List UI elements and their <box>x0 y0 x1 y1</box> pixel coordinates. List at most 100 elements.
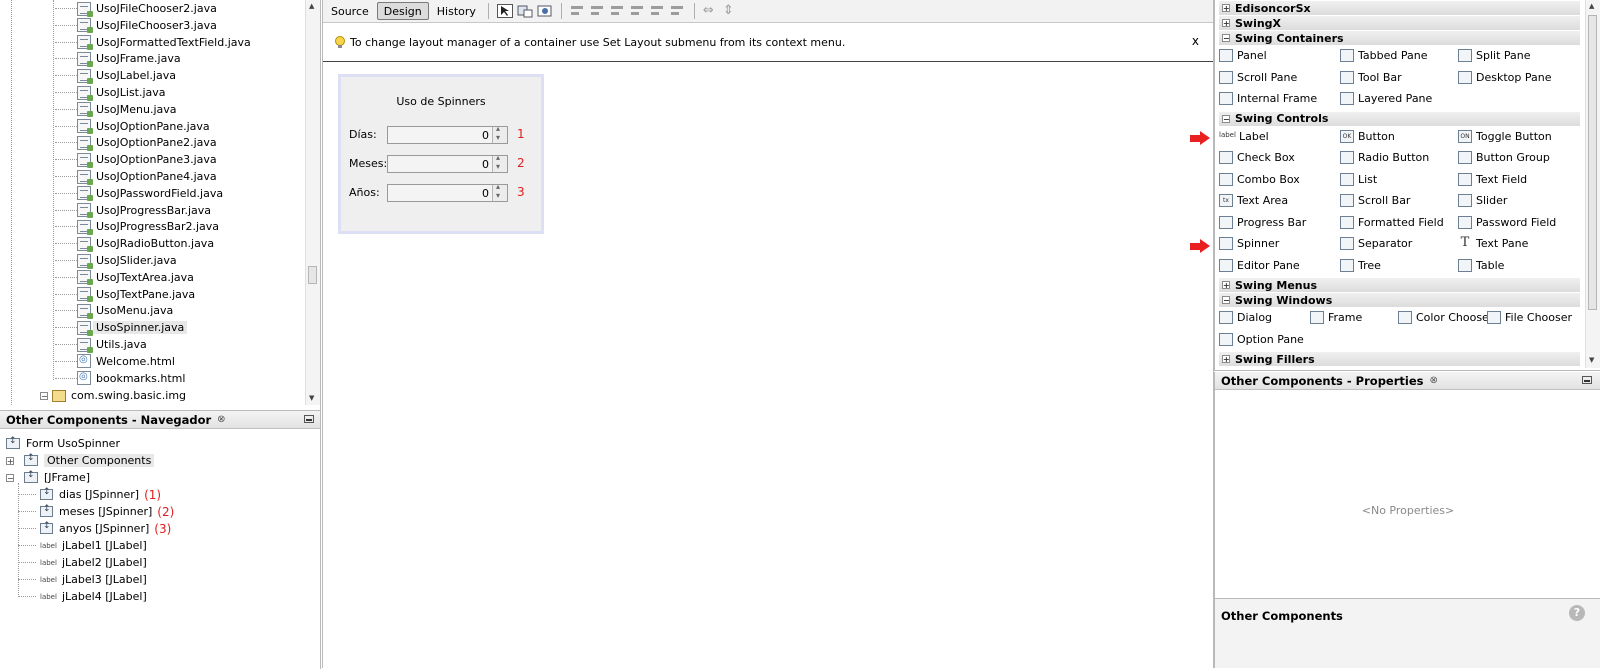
palette-item[interactable]: Desktop Pane <box>1458 69 1551 86</box>
palette-category[interactable]: + EdisoncorSx <box>1219 1 1580 15</box>
collapse-toggle-icon[interactable]: − <box>1222 114 1230 123</box>
change-horizontal-resizability-icon[interactable]: ⇔ <box>703 4 719 18</box>
file-item[interactable]: UsoJFrame.java <box>55 50 181 67</box>
file-item[interactable]: Utils.java <box>55 336 147 353</box>
palette-item[interactable]: Split Pane <box>1458 47 1531 64</box>
expand-toggle-icon[interactable]: + <box>1222 19 1230 28</box>
file-item[interactable]: UsoJProgressBar.java <box>55 202 211 219</box>
file-item[interactable]: UsoJOptionPane2.java <box>55 134 217 151</box>
palette-category[interactable]: − Swing Controls <box>1219 111 1580 126</box>
nav-component-node[interactable]: label jLabel2 [JLabel] <box>18 554 147 571</box>
scroll-up-icon[interactable]: ▲ <box>309 2 314 10</box>
palette-item[interactable]: Spinner <box>1219 235 1279 252</box>
expand-toggle-icon[interactable]: + <box>1222 355 1230 364</box>
file-item[interactable]: UsoMenu.java <box>55 302 173 319</box>
file-item[interactable]: UsoJList.java <box>55 84 166 101</box>
palette-item[interactable]: Color Chooser <box>1398 309 1493 326</box>
palette-item[interactable]: Progress Bar <box>1219 214 1306 231</box>
palette-item[interactable]: File Chooser <box>1487 309 1572 326</box>
file-item[interactable]: UsoSpinner.java <box>55 319 188 336</box>
nav-other-components-node[interactable]: + Other Components <box>6 452 155 469</box>
palette-item[interactable]: Internal Frame <box>1219 90 1317 107</box>
close-tab-icon[interactable]: ⊗ <box>1429 375 1437 386</box>
palette-item[interactable]: Combo Box <box>1219 171 1300 188</box>
palette-item[interactable]: Tree <box>1340 257 1381 274</box>
file-item[interactable]: UsoJFileChooser3.java <box>55 17 217 34</box>
file-item[interactable]: UsoJMenu.java <box>55 101 177 118</box>
file-item[interactable]: UsoJOptionPane3.java <box>55 151 217 168</box>
align-bottom-icon[interactable] <box>650 4 666 18</box>
preview-design-icon[interactable] <box>537 4 553 18</box>
align-right-icon[interactable] <box>590 4 606 18</box>
form-field-label[interactable]: Años: <box>349 186 380 199</box>
palette-item[interactable]: label Label <box>1219 128 1269 145</box>
palette-item[interactable]: Formatted Field <box>1340 214 1444 231</box>
form-field-label[interactable]: Meses: <box>349 157 387 170</box>
palette-item[interactable]: tx Text Area <box>1219 192 1288 209</box>
palette-item[interactable]: Option Pane <box>1219 331 1304 348</box>
palette-item[interactable]: Scroll Pane <box>1219 69 1297 86</box>
palette-item[interactable]: Dialog <box>1219 309 1272 326</box>
file-item[interactable]: UsoJPasswordField.java <box>55 185 223 202</box>
palette-item[interactable]: Check Box <box>1219 149 1295 166</box>
file-item[interactable]: UsoJProgressBar2.java <box>55 218 219 235</box>
align-top-icon[interactable] <box>630 4 646 18</box>
file-item[interactable]: UsoJTextPane.java <box>55 286 195 303</box>
palette-scrollbar[interactable]: ▲ ▼ <box>1585 0 1600 368</box>
spinner-arrows-icon[interactable] <box>492 182 507 201</box>
spinner-arrows-icon[interactable] <box>492 153 507 172</box>
project-tree-scrollbar[interactable]: ▲ ▼ <box>305 0 320 405</box>
selection-mode-icon[interactable] <box>496 4 513 18</box>
spinner-arrows-icon[interactable] <box>492 124 507 143</box>
center-vertically-icon[interactable] <box>670 4 686 18</box>
minimize-icon[interactable] <box>304 415 314 423</box>
palette-item[interactable]: Table <box>1458 257 1504 274</box>
scroll-down-icon[interactable]: ▼ <box>1589 356 1594 364</box>
file-item[interactable]: UsoJFormattedTextField.java <box>55 34 251 51</box>
nav-component-node[interactable]: label jLabel3 [JLabel] <box>18 571 147 588</box>
form-title-label[interactable]: Uso de Spinners <box>341 95 541 108</box>
file-item[interactable]: bookmarks.html <box>55 370 185 387</box>
minimize-icon[interactable] <box>1582 376 1592 384</box>
file-item[interactable]: UsoJSlider.java <box>55 252 177 269</box>
expand-toggle-icon[interactable]: + <box>6 456 14 465</box>
collapse-toggle-icon[interactable]: − <box>6 473 14 482</box>
design-form[interactable]: Uso de Spinners Días: 0 1 Meses: 0 2 Años: 0 3 <box>338 74 544 234</box>
tab-design[interactable]: Design <box>376 2 429 20</box>
palette-item[interactable]: Editor Pane <box>1219 257 1300 274</box>
palette-item[interactable]: Radio Button <box>1340 149 1429 166</box>
tab-history[interactable]: History <box>431 2 482 20</box>
scroll-up-icon[interactable]: ▲ <box>1589 2 1594 10</box>
file-item[interactable]: UsoJRadioButton.java <box>55 235 214 252</box>
scrollbar-thumb[interactable] <box>308 266 317 284</box>
close-info-icon[interactable]: x <box>1192 34 1199 48</box>
palette-item[interactable]: Button Group <box>1458 149 1550 166</box>
spinner-field[interactable]: 0 <box>387 124 508 144</box>
palette-item[interactable]: Tabbed Pane <box>1340 47 1427 64</box>
palette-item[interactable]: Tool Bar <box>1340 69 1402 86</box>
align-left-icon[interactable] <box>570 4 586 18</box>
scrollbar-thumb[interactable] <box>1588 15 1597 310</box>
form-field-label[interactable]: Días: <box>349 128 377 141</box>
nav-form-node[interactable]: Form UsoSpinner <box>6 435 120 452</box>
nav-component-node[interactable]: anyos [JSpinner] (3) <box>18 520 171 537</box>
palette-category[interactable]: + Swing Menus <box>1219 278 1580 292</box>
file-item[interactable]: UsoJLabel.java <box>55 67 176 84</box>
file-item[interactable]: UsoJOptionPane4.java <box>55 168 217 185</box>
palette-item[interactable]: Layered Pane <box>1340 90 1432 107</box>
palette-item[interactable]: T Text Pane <box>1458 235 1529 252</box>
palette-item[interactable]: Text Field <box>1458 171 1527 188</box>
nav-component-node[interactable]: dias [JSpinner] (1) <box>18 486 161 503</box>
palette-category[interactable]: − Swing Windows <box>1219 293 1580 307</box>
help-icon[interactable]: ? <box>1569 605 1585 621</box>
spinner-field[interactable]: 0 <box>387 182 508 202</box>
expand-toggle-icon[interactable]: + <box>1222 4 1230 13</box>
scroll-down-icon[interactable]: ▼ <box>309 394 314 402</box>
palette-category[interactable]: + Swing Fillers <box>1219 352 1580 366</box>
file-item[interactable]: UsoJTextArea.java <box>55 269 194 286</box>
collapse-toggle-icon[interactable]: − <box>40 391 48 400</box>
file-item[interactable]: UsoJOptionPane.java <box>55 118 210 135</box>
palette-item[interactable]: Panel <box>1219 47 1267 64</box>
file-item[interactable]: UsoJFileChooser2.java <box>55 0 217 17</box>
palette-category[interactable]: − Swing Containers <box>1219 31 1580 45</box>
